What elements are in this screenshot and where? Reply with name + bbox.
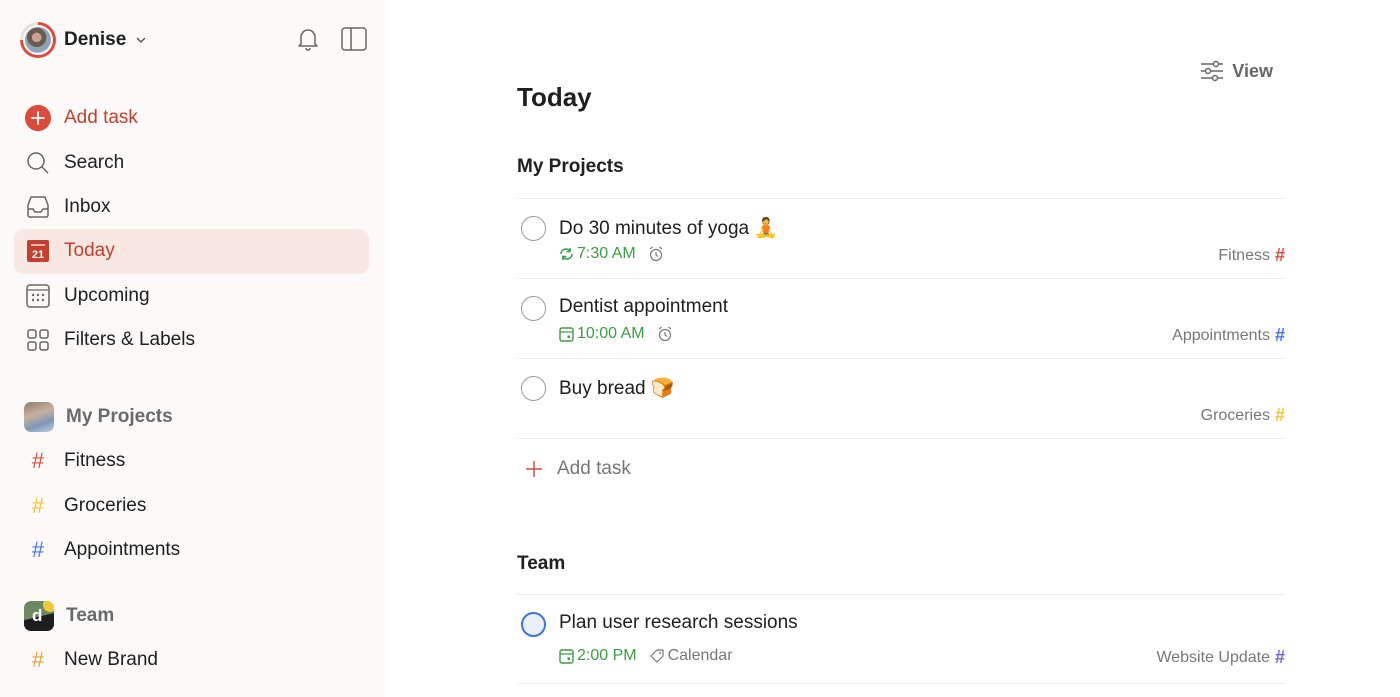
chevron-down-icon — [136, 37, 146, 43]
sidebar-item-label: Filters & Labels — [64, 329, 195, 351]
page-title: Today — [517, 82, 592, 112]
alarm-clock-icon — [657, 326, 673, 342]
task-complete-checkbox[interactable] — [521, 216, 546, 241]
sidebar-project-fitness[interactable]: # Fitness — [14, 439, 369, 484]
grid-icon — [24, 326, 52, 354]
calendar-grid-icon — [24, 282, 52, 310]
sidebar-item-label: Inbox — [64, 195, 111, 217]
bell-icon — [298, 29, 318, 51]
plus-icon — [526, 461, 542, 477]
team-header[interactable]: d Team — [14, 594, 369, 638]
team-section: d Team # New Brand — [14, 594, 369, 683]
sidebar-item-search[interactable]: Search — [14, 140, 369, 184]
sliders-icon — [1201, 60, 1224, 82]
task-label[interactable]: Calendar — [649, 647, 733, 665]
alarm-clock-icon — [648, 246, 664, 262]
plus-circle-icon — [24, 104, 52, 132]
hash-icon: # — [31, 448, 45, 474]
main-content: View Today My Projects Do 30 minutes of … — [385, 0, 1400, 697]
sidebar-item-label: Search — [64, 151, 125, 173]
sidebar-item-today[interactable]: 21 Today — [14, 229, 369, 274]
task-project-link[interactable]: Appointments # — [1172, 325, 1285, 346]
sidebar-item-upcoming[interactable]: Upcoming — [14, 274, 369, 318]
sidebar-item-inbox[interactable]: Inbox — [14, 185, 369, 229]
hash-icon: # — [31, 492, 45, 518]
hash-icon: # — [1274, 325, 1285, 345]
sidebar-item-label: Upcoming — [64, 284, 150, 306]
user-menu-button[interactable]: Denise — [20, 22, 148, 58]
sidebar-item-label: Add task — [64, 107, 138, 129]
sidebar-add-task-button[interactable]: Add task — [14, 96, 369, 140]
sidebar-item-filters-labels[interactable]: Filters & Labels — [14, 318, 369, 362]
sidebar-icon — [341, 27, 367, 51]
user-avatar — [20, 22, 56, 58]
calendar-today-icon: 21 — [24, 237, 52, 265]
sidebar-item-label: Today — [64, 240, 115, 262]
sidebar: Denise Add task Search Inbox 21 Today Up… — [0, 0, 385, 697]
task-due-date[interactable]: 10:00 AM — [559, 325, 645, 343]
task-title[interactable]: Plan user research sessions — [559, 612, 798, 634]
task-complete-checkbox[interactable] — [521, 612, 546, 637]
task-due-date[interactable]: 7:30 AM — [559, 245, 636, 263]
calendar-icon — [559, 326, 574, 342]
tag-icon — [649, 649, 664, 663]
task-row: Do 30 minutes of yoga 🧘 7:30 AM Fitness # — [517, 199, 1285, 279]
inbox-icon — [24, 193, 52, 221]
hash-icon: # — [31, 537, 45, 563]
task-title[interactable]: Buy bread 🍞 — [559, 376, 675, 400]
hash-icon: # — [1274, 647, 1285, 667]
my-projects-section: My Projects # Fitness # Groceries # Appo… — [14, 395, 369, 573]
task-row: Dentist appointment 10:00 AM Appointment… — [517, 279, 1285, 359]
task-title[interactable]: Do 30 minutes of yoga 🧘 — [559, 216, 778, 240]
task-due-date[interactable]: 2:00 PM — [559, 647, 637, 665]
group-title-team: Team — [517, 553, 566, 574]
task-title[interactable]: Dentist appointment — [559, 296, 728, 318]
task-row: Plan user research sessions 2:00 PM Cale… — [517, 595, 1285, 684]
task-row: Buy bread 🍞 Groceries # — [517, 359, 1285, 439]
toggle-sidebar-button[interactable] — [341, 26, 367, 52]
svg-text:21: 21 — [32, 249, 44, 261]
sidebar-project-groceries[interactable]: # Groceries — [14, 484, 369, 529]
task-project-link[interactable]: Fitness # — [1218, 245, 1285, 266]
group-title-my-projects: My Projects — [517, 156, 624, 177]
user-name: Denise — [64, 29, 127, 50]
search-icon — [24, 149, 52, 177]
task-complete-checkbox[interactable] — [521, 296, 546, 321]
hash-icon: # — [1274, 405, 1285, 425]
view-options-button[interactable]: View — [1200, 60, 1273, 82]
task-project-link[interactable]: Groceries # — [1201, 405, 1285, 426]
recurring-icon — [560, 248, 573, 260]
notifications-button[interactable] — [295, 26, 321, 52]
add-task-button[interactable]: Add task — [523, 458, 631, 480]
projects-avatar — [24, 402, 54, 432]
sidebar-nav: Add task Search Inbox 21 Today Upcoming — [14, 96, 369, 362]
sidebar-project-new-brand[interactable]: # New Brand — [14, 638, 369, 683]
hash-icon: # — [1274, 245, 1285, 265]
my-projects-header[interactable]: My Projects — [14, 395, 369, 439]
task-complete-checkbox[interactable] — [521, 376, 546, 401]
calendar-icon — [559, 648, 574, 664]
team-avatar: d — [24, 601, 54, 631]
task-project-link[interactable]: Website Update # — [1156, 647, 1285, 668]
hash-icon: # — [31, 647, 45, 673]
sidebar-project-appointments[interactable]: # Appointments — [14, 528, 369, 573]
